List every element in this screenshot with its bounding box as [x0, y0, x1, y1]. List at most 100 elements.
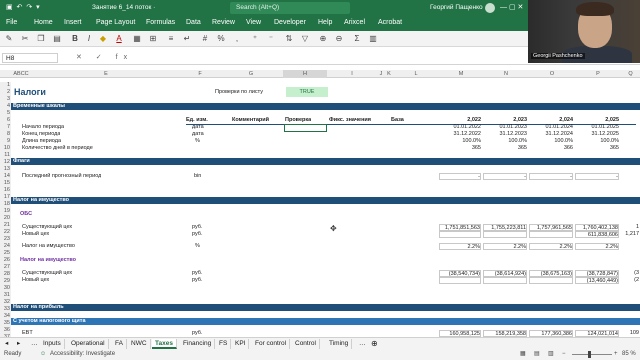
tab-data[interactable]: Data — [186, 19, 201, 26]
row-header[interactable]: 13 — [0, 166, 11, 173]
column-header-e[interactable]: E — [31, 70, 181, 78]
sheet-tab-fa[interactable]: FA — [112, 339, 127, 349]
sheet-nav-more-icon[interactable]: … — [28, 339, 41, 349]
sum-icon[interactable]: Σ — [352, 34, 362, 44]
row-header[interactable]: 8 — [0, 131, 11, 138]
comma-icon[interactable]: , — [232, 34, 242, 44]
table-cell[interactable]: 31.12.2025 — [575, 131, 619, 138]
zoom-slider-thumb[interactable] — [588, 351, 591, 358]
accessibility-status[interactable]: Accessibility: Investigate — [50, 349, 115, 360]
row-header[interactable]: 5 — [0, 110, 11, 117]
decrease-decimal-icon[interactable]: ⁻ — [266, 34, 276, 44]
number-format-icon[interactable]: # — [200, 34, 210, 44]
row-header[interactable]: 10 — [0, 145, 11, 152]
table-cell[interactable]: 2.2% — [483, 243, 527, 250]
tab-view[interactable]: View — [246, 19, 261, 26]
window-controls[interactable]: — ▢ ✕ — [500, 3, 523, 11]
row-header[interactable]: 27 — [0, 264, 11, 271]
row-header[interactable]: 24 — [0, 243, 11, 250]
tab-home[interactable]: Home — [34, 19, 53, 26]
zoom-level[interactable]: 85 % — [622, 349, 636, 360]
table-cell[interactable]: 1,757,961,565 — [529, 224, 573, 231]
tab-arixcel[interactable]: Arixcel — [344, 19, 365, 26]
wrap-icon[interactable]: ↵ — [182, 34, 192, 44]
font-color-icon[interactable]: A — [114, 34, 124, 44]
merge-icon[interactable]: ⊞ — [148, 34, 158, 44]
chart-icon[interactable]: ▥ — [368, 34, 378, 44]
insert-row-icon[interactable]: ⊕ — [318, 34, 328, 44]
table-cell[interactable] — [483, 231, 527, 238]
row-header[interactable]: 33 — [0, 306, 11, 313]
borders-icon[interactable]: ▦ — [132, 34, 142, 44]
view-page-break-icon[interactable]: ▥ — [548, 349, 554, 360]
tab-acrobat[interactable]: Acrobat — [378, 19, 402, 26]
table-cell[interactable]: 31.12.2022 — [439, 131, 481, 138]
table-cell[interactable]: 611,838,606 — [575, 231, 619, 238]
row-header[interactable]: 26 — [0, 257, 11, 264]
tab-formulas[interactable]: Formulas — [146, 19, 175, 26]
row-header[interactable]: 7 — [0, 124, 11, 131]
row-header[interactable]: 30 — [0, 285, 11, 292]
sheet-tab-nwc[interactable]: NWC — [128, 339, 151, 349]
row-header[interactable]: 34 — [0, 313, 11, 320]
view-page-layout-icon[interactable]: ▤ — [534, 349, 540, 360]
sheet-tab-inputs[interactable]: Inputs — [40, 339, 65, 349]
bold-icon[interactable]: B — [70, 34, 80, 44]
table-cell[interactable]: 31.12.2024 — [529, 131, 573, 138]
table-cell[interactable]: 1,217 — [621, 231, 639, 238]
sheet-tab-kpi[interactable]: KPI — [232, 339, 250, 349]
table-cell[interactable]: 1,760,402,138 — [575, 224, 619, 231]
table-cell[interactable]: (3 — [621, 270, 639, 277]
row-header[interactable]: 16 — [0, 187, 11, 194]
table-cell[interactable]: 1 — [621, 224, 639, 231]
tab-page-layout[interactable]: Page Layout — [96, 19, 135, 26]
table-cell[interactable]: 01.01.2022 — [439, 124, 481, 131]
table-cell[interactable]: 1,751,851,563 — [439, 224, 481, 231]
row-header[interactable]: 3 — [0, 96, 11, 103]
row-header[interactable]: 17 — [0, 194, 11, 201]
row-header[interactable]: 23 — [0, 236, 11, 243]
table-cell[interactable] — [439, 231, 481, 238]
cut-icon[interactable]: ✂ — [20, 34, 30, 44]
table-cell[interactable]: 100.0% — [575, 138, 619, 145]
table-cell[interactable]: 2.2% — [575, 243, 619, 250]
paste-icon[interactable]: ▤ — [52, 34, 62, 44]
align-icon[interactable]: ≡ — [166, 34, 176, 44]
sheet-tab-financing[interactable]: Financing — [180, 339, 216, 349]
sheet-tabs-more-icon[interactable]: … — [356, 339, 369, 349]
sheet-tab-for-control[interactable]: For control — [252, 339, 291, 349]
zoom-in-icon[interactable]: + — [614, 349, 618, 360]
table-cell[interactable]: 177,360,386 — [529, 330, 573, 337]
table-cell[interactable]: - — [575, 173, 619, 180]
sheet-tab-operational[interactable]: Operational — [68, 339, 109, 349]
avatar[interactable] — [485, 3, 495, 13]
table-cell[interactable]: 100.0% — [439, 138, 481, 145]
row-header[interactable]: 28 — [0, 271, 11, 278]
table-cell[interactable]: 365 — [439, 145, 481, 152]
table-cell[interactable]: 100.0% — [529, 138, 573, 145]
table-cell[interactable]: 31.12.2023 — [483, 131, 527, 138]
tab-help[interactable]: Help — [318, 19, 332, 26]
row-header[interactable]: 1 — [0, 82, 11, 89]
row-header[interactable]: 19 — [0, 208, 11, 215]
italic-icon[interactable]: I — [84, 34, 94, 44]
quick-access-icons[interactable]: ▣ ↶ ↷ ▾ — [6, 3, 41, 11]
sort-icon[interactable]: ⇅ — [284, 34, 294, 44]
row-header[interactable]: 25 — [0, 250, 11, 257]
sheet-tab-taxes[interactable]: Taxes — [152, 339, 177, 349]
column-header-g[interactable]: G — [219, 70, 283, 78]
row-header[interactable]: 18 — [0, 201, 11, 208]
table-cell[interactable]: - — [529, 173, 573, 180]
table-cell[interactable] — [439, 277, 481, 284]
column-header-h[interactable]: H — [283, 70, 327, 78]
zoom-slider[interactable] — [572, 354, 612, 355]
tab-review[interactable]: Review — [212, 19, 235, 26]
table-cell[interactable]: 365 — [483, 145, 527, 152]
table-cell[interactable]: (2 — [621, 277, 639, 284]
table-cell[interactable]: 366 — [529, 145, 573, 152]
table-cell[interactable]: 365 — [575, 145, 619, 152]
tab-insert[interactable]: Insert — [64, 19, 82, 26]
sheet-tab-timing[interactable]: Timing — [326, 339, 353, 349]
row-header[interactable]: 15 — [0, 180, 11, 187]
row-header[interactable]: 14 — [0, 173, 11, 180]
